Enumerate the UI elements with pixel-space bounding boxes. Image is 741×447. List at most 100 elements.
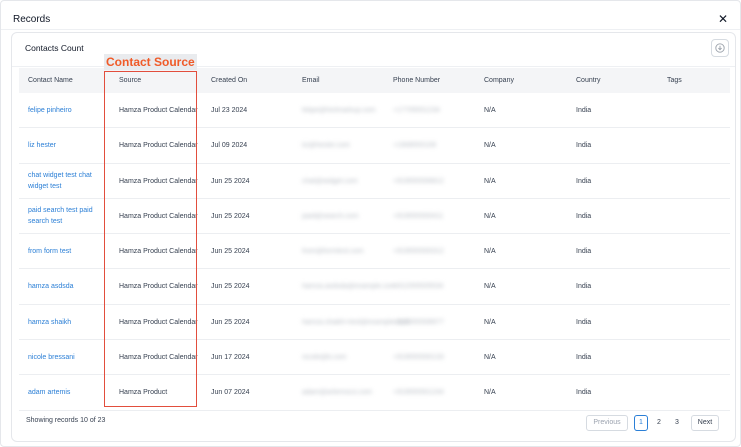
contact-name-link[interactable]: liz hester [28,128,108,163]
created-on-cell: Jun 25 2024 [211,164,291,199]
email-cell: liz@hester.com [302,128,388,163]
company-cell: N/A [484,128,544,163]
contact-name-link[interactable]: hamza shaikh [28,305,108,340]
table-row: liz hester Hamza Product Calendar Jul 09 2… [19,128,730,164]
country-cell-text: India [576,212,592,220]
email-cell: chat@widget.com [302,164,388,199]
company-cell-text: N/A [484,354,496,362]
company-cell-text: N/A [484,283,496,291]
contact-name-link[interactable]: nicole bressani [28,340,108,375]
source-cell: Hamza Product Calendar [119,269,199,304]
company-cell: N/A [484,305,544,340]
download-button[interactable] [711,39,729,57]
header-tags: Tags [667,77,682,84]
email-cell-text: nicole@b.com [302,354,347,362]
contact-name-link[interactable]: hamza asdsda [28,269,108,304]
table-header: Contact Name Source Created On Email Pho… [19,68,730,93]
page-2-button[interactable]: 2 [652,415,666,431]
source-cell: Hamza Product Calendar [119,164,199,199]
email-cell: from@formtest.com [302,234,388,269]
email-cell: adam@artemisco.com [302,375,388,410]
email-cell-text: paid@search.com [302,212,359,220]
source-cell: Hamza Product Calendar [119,128,199,163]
email-cell: hamza.shaikh+test@example.com [302,305,409,340]
company-cell: N/A [484,234,544,269]
source-cell: Hamza Product [119,375,199,410]
source-cell-text: Hamza Product Calendar [119,248,198,256]
source-cell: Hamza Product Calendar [119,234,199,269]
source-cell-text: Hamza Product Calendar [119,354,198,362]
company-cell-text: N/A [484,389,496,397]
contact-name-link-text: nicole bressani [28,354,75,362]
contact-name-link-text: liz hester [28,142,57,150]
tags-cell [667,375,717,410]
contact-name-link[interactable]: felipe pinheiro [28,93,108,128]
tags-cell [667,164,717,199]
table-row: felipe pinheiro Hamza Product Calendar Jul… [19,93,730,129]
created-on-cell-text: Jul 09 2024 [211,142,248,150]
country-cell-text: India [576,107,592,114]
header-created-on: Created On [211,77,248,84]
email-cell-text: adam@artemisco.com [302,389,373,397]
contact-name-link[interactable]: from form test [28,234,108,269]
created-on-cell: Jun 25 2024 [211,199,291,234]
email-cell: paid@search.com [302,199,388,234]
table-row: chat widget test chat widget test Hamza P… [19,164,730,199]
table-row: paid search test paid search test Hamza P… [19,199,730,235]
created-on-cell: Jun 17 2024 [211,340,291,375]
created-on-cell: Jun 25 2024 [211,305,291,340]
company-cell: N/A [484,375,544,410]
tags-cell [667,269,717,304]
created-on-cell-text: Jun 25 2024 [211,283,250,291]
source-cell: Hamza Product Calendar [119,340,199,375]
source-cell-text: Hamza Product [119,389,168,397]
contact-name-link-text: felipe pinheiro [28,107,72,114]
company-cell-text: N/A [484,107,496,114]
created-on-cell: Jun 25 2024 [211,234,291,269]
tags-cell [667,340,717,375]
page-3-button[interactable]: 3 [670,415,684,431]
close-button[interactable]: ✕ [716,12,730,26]
company-cell: N/A [484,199,544,234]
country-cell-text: India [576,142,592,150]
phone-cell: +919555508977 [393,305,479,340]
country-cell: India [576,164,636,199]
download-icon [715,43,725,53]
phone-cell-text: +17705551234 [393,107,440,114]
company-cell-text: N/A [484,142,496,150]
phone-cell-text: +1908555109 [393,142,437,150]
header-contact-name: Contact Name [28,77,73,84]
contact-name-link[interactable]: paid search test paid search test [28,199,108,234]
table-row: from form test Hamza Product Calendar Jun … [19,234,730,270]
next-page-button[interactable]: Next [691,415,719,431]
phone-cell-text: +911555505534 [393,283,444,291]
contact-name-link[interactable]: adam artemis [28,375,108,410]
page-1-button[interactable]: 1 [634,415,648,431]
created-on-cell: Jul 23 2024 [211,93,291,128]
contacts-count-card: Contacts Count Contact Name Source Creat… [11,32,736,442]
source-cell-text: Hamza Product Calendar [119,177,198,185]
phone-cell: +919555501244 [393,375,479,410]
previous-page-button[interactable]: Previous [586,415,628,431]
table-row: hamza asdsda Hamza Product Calendar Jun 25… [19,269,730,305]
country-cell: India [576,199,636,234]
records-table: Contact Name Source Created On Email Pho… [19,68,730,411]
contact-name-link-text: chat widget test chat widget test [28,172,92,191]
contact-name-link[interactable]: chat widget test chat widget test [28,164,108,199]
source-cell-text: Hamza Product Calendar [119,283,198,291]
country-cell: India [576,128,636,163]
phone-cell-text: +919555500411 [393,212,444,220]
phone-cell: +1908555109 [393,128,479,163]
email-cell: nicole@b.com [302,340,388,375]
phone-cell: +919555506812 [393,164,479,199]
company-cell-text: N/A [484,318,496,326]
country-cell: India [576,375,636,410]
phone-cell: +919555500133 [393,340,479,375]
country-cell: India [576,269,636,304]
source-cell-text: Hamza Product Calendar [119,107,198,114]
contact-name-link-text: adam artemis [28,389,71,397]
phone-cell-text: +919555500312 [393,248,444,256]
card-title: Contacts Count [25,43,84,53]
header-company: Company [484,77,514,84]
country-cell-text: India [576,389,592,397]
